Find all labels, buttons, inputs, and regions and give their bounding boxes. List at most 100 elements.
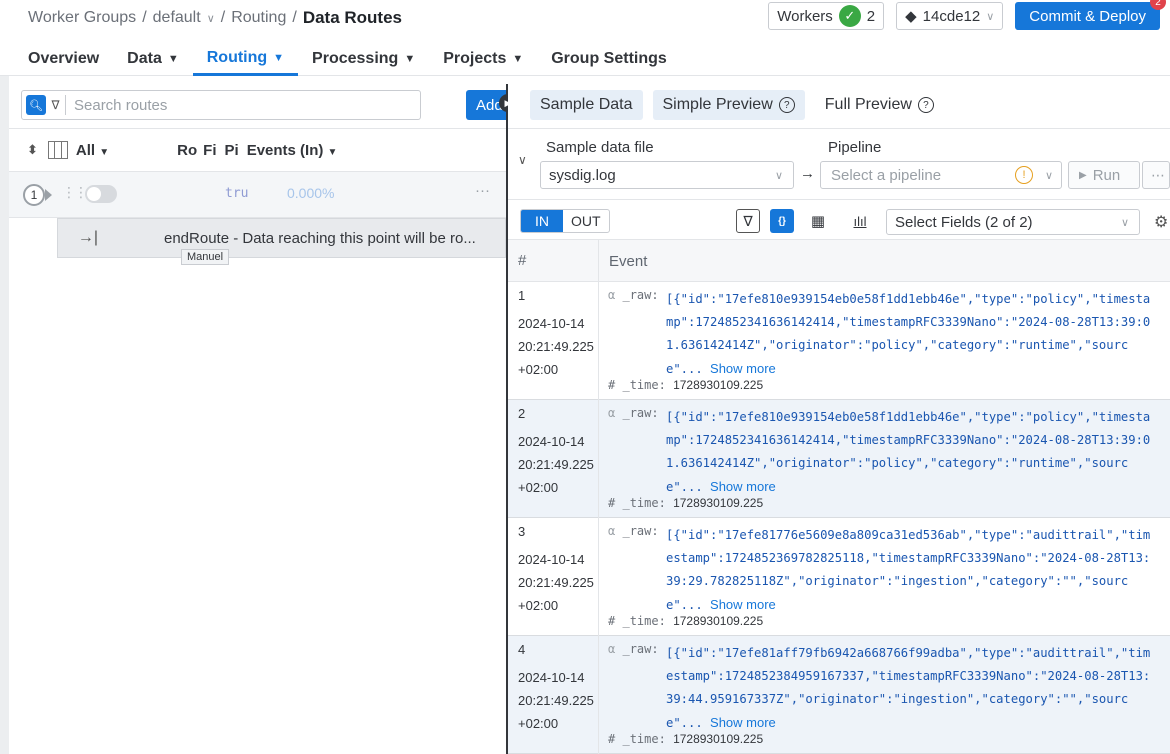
route-enable-toggle[interactable]: [85, 185, 117, 203]
show-more-link[interactable]: Show more: [710, 361, 776, 376]
event-time: 20:21:49.225: [518, 457, 594, 472]
time-field: # _time: 1728930109.225: [608, 496, 763, 510]
raw-line-text: e"...: [666, 716, 711, 730]
search-icon[interactable]: 🔍︎: [26, 95, 46, 115]
pending-changes-badge: 2: [1150, 0, 1166, 10]
time-field: # _time: 1728930109.225: [608, 732, 763, 746]
show-more-link[interactable]: Show more: [710, 597, 776, 612]
tooltip: Manuel: [181, 249, 230, 265]
tab-group-settings[interactable]: Group Settings: [537, 42, 681, 76]
sample-file-label: Sample data file: [546, 139, 654, 156]
commit-selector[interactable]: ◆ 14cde12 ∨: [896, 2, 1004, 30]
play-icon: ▶: [1079, 169, 1087, 181]
commit-id: 14cde12: [922, 7, 981, 25]
tab-label: Full Preview: [824, 96, 912, 113]
help-icon[interactable]: ?: [917, 97, 934, 113]
in-button[interactable]: IN: [521, 210, 563, 232]
pipeline-placeholder: Select a pipeline: [831, 166, 942, 184]
breadcrumb-separator: /: [292, 9, 297, 26]
time-key-label: _time:: [622, 378, 666, 392]
filter-icon[interactable]: ∇: [736, 209, 760, 233]
header-actions: Workers ✓ 2 ◆ 14cde12 ∨ Commit & Deploy …: [768, 0, 1166, 30]
drag-handle-icon[interactable]: ⋮⋮: [62, 184, 88, 201]
col-event: Event: [598, 240, 647, 282]
raw-field-value: [{"id":"17efe81776e5609e8a809ca31ed536ab…: [666, 524, 1166, 617]
tab-overview[interactable]: Overview: [28, 42, 113, 76]
sort-icon[interactable]: ⬍: [27, 142, 38, 158]
breadcrumb-separator: /: [220, 9, 226, 26]
tab-label: Processing: [312, 50, 399, 67]
chevron-down-icon: ∨: [1044, 169, 1053, 182]
tab-label: Simple Preview: [662, 96, 773, 113]
raw-line: mp":1724852341636142414,"timestampRFC333…: [666, 315, 1151, 329]
time-field-value: 1728930109.225: [673, 378, 764, 392]
end-route-text: endRoute - Data reaching this point will…: [164, 229, 476, 247]
col-filter[interactable]: Fi: [203, 142, 216, 159]
more-options-icon[interactable]: ···: [475, 182, 490, 199]
filter-all[interactable]: All ▼: [76, 142, 109, 159]
event-row[interactable]: 3 2024-10-14 20:21:49.225 +02:00 α _raw: [{"i…: [508, 518, 1170, 636]
col-route[interactable]: Ro: [177, 142, 199, 159]
raw-field-value: [{"id":"17efe810e939154eb0e58f1dd1ebb46e…: [666, 288, 1166, 381]
tab-data[interactable]: Data ▼: [113, 42, 193, 76]
tab-routing[interactable]: Routing ▼: [192, 42, 299, 76]
event-row[interactable]: 2 2024-10-14 20:21:49.225 +02:00 α _raw: [{"i…: [508, 400, 1170, 518]
raw-line-text: e"...: [666, 480, 711, 494]
chevron-down-icon: ∨: [1120, 216, 1129, 229]
help-icon[interactable]: ?: [778, 97, 795, 113]
chart-icon[interactable]: ılıl: [848, 209, 872, 233]
breadcrumb-group[interactable]: default: [153, 9, 201, 27]
breadcrumb-worker-groups[interactable]: Worker Groups: [28, 9, 136, 27]
breadcrumb-routing[interactable]: Routing: [231, 9, 286, 27]
expand-arrow-icon[interactable]: [45, 189, 52, 201]
raw-line: [{"id":"17efe81aff79fb6942a668766f99adba…: [666, 646, 1151, 660]
events-table-header: # Event: [508, 240, 1170, 282]
event-time: 20:21:49.225: [518, 693, 594, 708]
search-input[interactable]: [66, 96, 420, 114]
run-button[interactable]: ▶ Run: [1068, 161, 1140, 189]
run-options-button[interactable]: ⋯: [1142, 161, 1170, 189]
event-timestamp: 2024-10-14 20:21:49.225 +02:00: [518, 666, 594, 735]
tab-label: Sample Data: [540, 96, 633, 113]
end-route-row[interactable]: →| endRoute - Data reaching this point w…: [57, 218, 506, 258]
table-view-icon[interactable]: ▦: [806, 209, 830, 233]
event-row[interactable]: 4 2024-10-14 20:21:49.225 +02:00 α _raw: [{"i…: [508, 636, 1170, 754]
json-view-icon[interactable]: {}: [770, 209, 794, 233]
workers-indicator[interactable]: Workers ✓ 2: [768, 2, 885, 30]
tab-processing[interactable]: Processing ▼: [298, 42, 429, 76]
col-events-in[interactable]: Events (In) ▼: [247, 142, 338, 159]
tab-simple-preview[interactable]: Simple Preview?: [652, 90, 805, 120]
tab-full-preview[interactable]: Full Preview?: [815, 90, 944, 120]
chevron-down-icon[interactable]: ∨: [207, 12, 215, 25]
columns-icon[interactable]: [47, 141, 68, 159]
time-key-label: _time:: [622, 614, 666, 628]
tab-projects[interactable]: Projects ▼: [429, 42, 537, 76]
tab-label: Group Settings: [551, 50, 667, 67]
sample-file-select[interactable]: sysdig.log ∨: [540, 161, 794, 189]
commit-deploy-button[interactable]: Commit & Deploy 2: [1015, 0, 1166, 30]
preview-toolbar: IN OUT ∇ {} ▦ ılıl Select Fields (2 of 2…: [508, 200, 1170, 240]
col-pipeline[interactable]: Pi: [225, 142, 239, 159]
event-date: 2024-10-14: [518, 552, 585, 567]
raw-key-label: _raw:: [622, 642, 659, 656]
out-button[interactable]: OUT: [563, 210, 609, 232]
event-tz: +02:00: [518, 716, 559, 731]
route-row[interactable]: 1 ⋮⋮ tru 0.000% ···: [9, 172, 506, 218]
event-row[interactable]: 1 2024-10-14 20:21:49.225 +02:00 α _raw: [{"i…: [508, 282, 1170, 400]
raw-line: mp":1724852341636142414,"timestampRFC333…: [666, 433, 1151, 447]
select-fields[interactable]: Select Fields (2 of 2) ∨: [886, 209, 1140, 235]
show-more-link[interactable]: Show more: [710, 715, 776, 730]
pipeline-select[interactable]: Select a pipeline ! ∨: [820, 161, 1062, 189]
event-timestamp: 2024-10-14 20:21:49.225 +02:00: [518, 430, 594, 499]
tab-sample-data[interactable]: Sample Data: [530, 90, 643, 120]
raw-line: 1.636142414Z","originator":"policy","cat…: [666, 456, 1129, 470]
gear-icon[interactable]: ⚙: [1154, 212, 1168, 232]
raw-line: estamp":1724852384959167337,"timestampRF…: [666, 669, 1151, 683]
string-type-icon: α: [608, 406, 616, 420]
raw-field-key: α _raw:: [608, 642, 659, 656]
show-more-link[interactable]: Show more: [710, 479, 776, 494]
chevron-down-icon[interactable]: ∨: [518, 153, 527, 167]
routes-table-header: ⬍ All ▼ Ro Fi Pi Events (In) ▼: [9, 128, 506, 172]
filter-icon[interactable]: ∇: [46, 95, 66, 115]
column-divider: [598, 518, 599, 636]
